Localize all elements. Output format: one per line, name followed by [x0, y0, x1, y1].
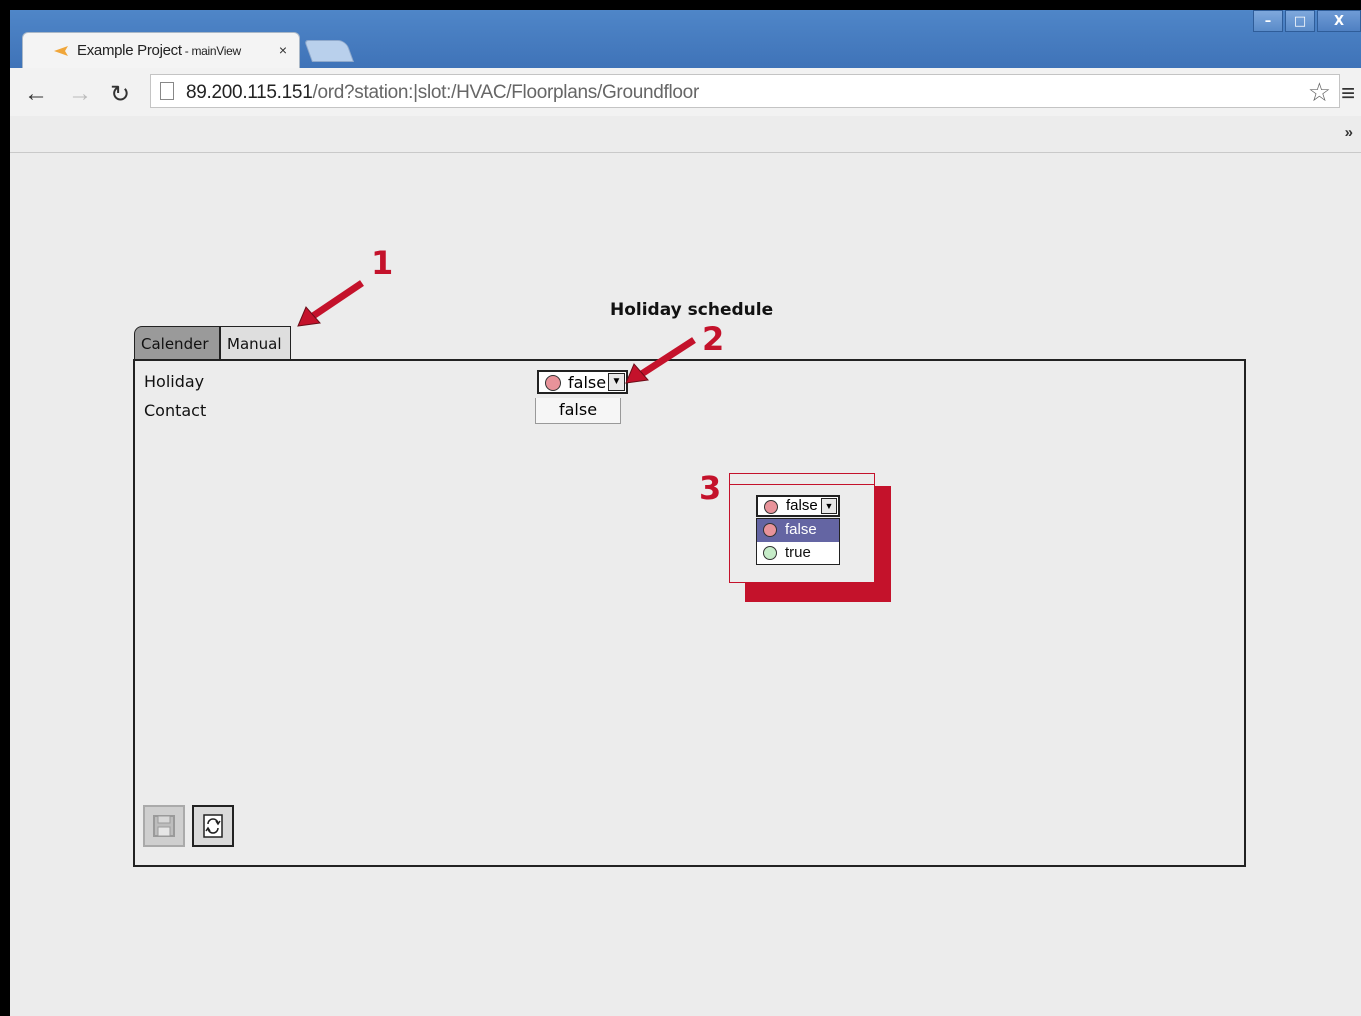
- tab-close-icon[interactable]: ×: [279, 42, 287, 58]
- contact-label: Contact: [144, 401, 207, 420]
- browser-toolbar: ← → ↻ 89.200.115.151/ord?station:|slot:/…: [10, 68, 1361, 116]
- refresh-button[interactable]: [192, 805, 234, 847]
- dropdown-arrow-icon[interactable]: ▼: [821, 498, 837, 514]
- holiday-label: Holiday: [144, 372, 205, 391]
- project-favicon-icon: [54, 46, 68, 56]
- browser-window: Example Project - mainView × – □ X ← → ↻…: [10, 10, 1361, 1016]
- save-button[interactable]: [143, 805, 185, 847]
- manual-panel: Holiday Contact false ▼ false: [133, 359, 1246, 867]
- annotation-number-3: 3: [699, 469, 722, 507]
- callout-header-line: [730, 484, 874, 485]
- browser-titlebar: Example Project - mainView × – □ X: [10, 10, 1361, 68]
- holiday-dropdown-value: false: [568, 373, 607, 392]
- refresh-icon: [203, 814, 223, 838]
- bookmarks-overflow-button[interactable]: »: [1345, 124, 1353, 141]
- dropdown-expanded-callout: false ▼ false true: [729, 473, 875, 583]
- browser-tab[interactable]: Example Project - mainView ×: [22, 32, 300, 68]
- page-icon: [160, 82, 174, 100]
- dropdown-arrow-icon[interactable]: ▼: [608, 373, 625, 391]
- option-false[interactable]: false: [757, 519, 839, 542]
- annotation-number-1: 1: [371, 244, 394, 282]
- dropdown-options-list: false true: [756, 518, 840, 565]
- option-true[interactable]: true: [757, 542, 839, 565]
- holiday-dropdown[interactable]: false ▼: [537, 370, 628, 394]
- page-title: Holiday schedule: [610, 300, 774, 320]
- address-bar[interactable]: 89.200.115.151/ord?station:|slot:/HVAC/F…: [150, 74, 1340, 108]
- maximize-button[interactable]: □: [1285, 10, 1315, 32]
- contact-value: false: [535, 398, 621, 424]
- save-icon: [153, 815, 175, 837]
- menu-icon[interactable]: ≡: [1341, 80, 1355, 108]
- option-label: false: [785, 521, 817, 538]
- callout-dropdown[interactable]: false ▼: [756, 495, 840, 517]
- status-dot-icon: [763, 523, 777, 537]
- window-controls: – □ X: [1251, 10, 1361, 32]
- forward-arrow-icon[interactable]: →: [68, 80, 92, 108]
- star-icon[interactable]: ☆: [1308, 77, 1331, 108]
- browser-tab-title: Example Project - mainView: [77, 42, 241, 59]
- tab-calender[interactable]: Calender: [134, 326, 220, 360]
- option-label: true: [785, 544, 811, 561]
- new-tab-button[interactable]: [303, 40, 355, 62]
- back-arrow-icon[interactable]: ←: [24, 80, 48, 108]
- status-dot-icon: [764, 500, 778, 514]
- reload-icon[interactable]: ↻: [110, 80, 130, 109]
- minimize-button[interactable]: –: [1253, 10, 1283, 32]
- toolbar-divider: [10, 152, 1361, 153]
- callout-dropdown-value: false: [786, 497, 818, 514]
- annotation-arrow-1-icon: [297, 280, 364, 327]
- close-window-button[interactable]: X: [1317, 10, 1361, 32]
- annotation-number-2: 2: [702, 320, 725, 358]
- url-text: 89.200.115.151/ord?station:|slot:/HVAC/F…: [186, 82, 699, 103]
- status-dot-icon: [763, 546, 777, 560]
- tab-manual[interactable]: Manual: [220, 326, 291, 360]
- status-dot-icon: [545, 375, 561, 391]
